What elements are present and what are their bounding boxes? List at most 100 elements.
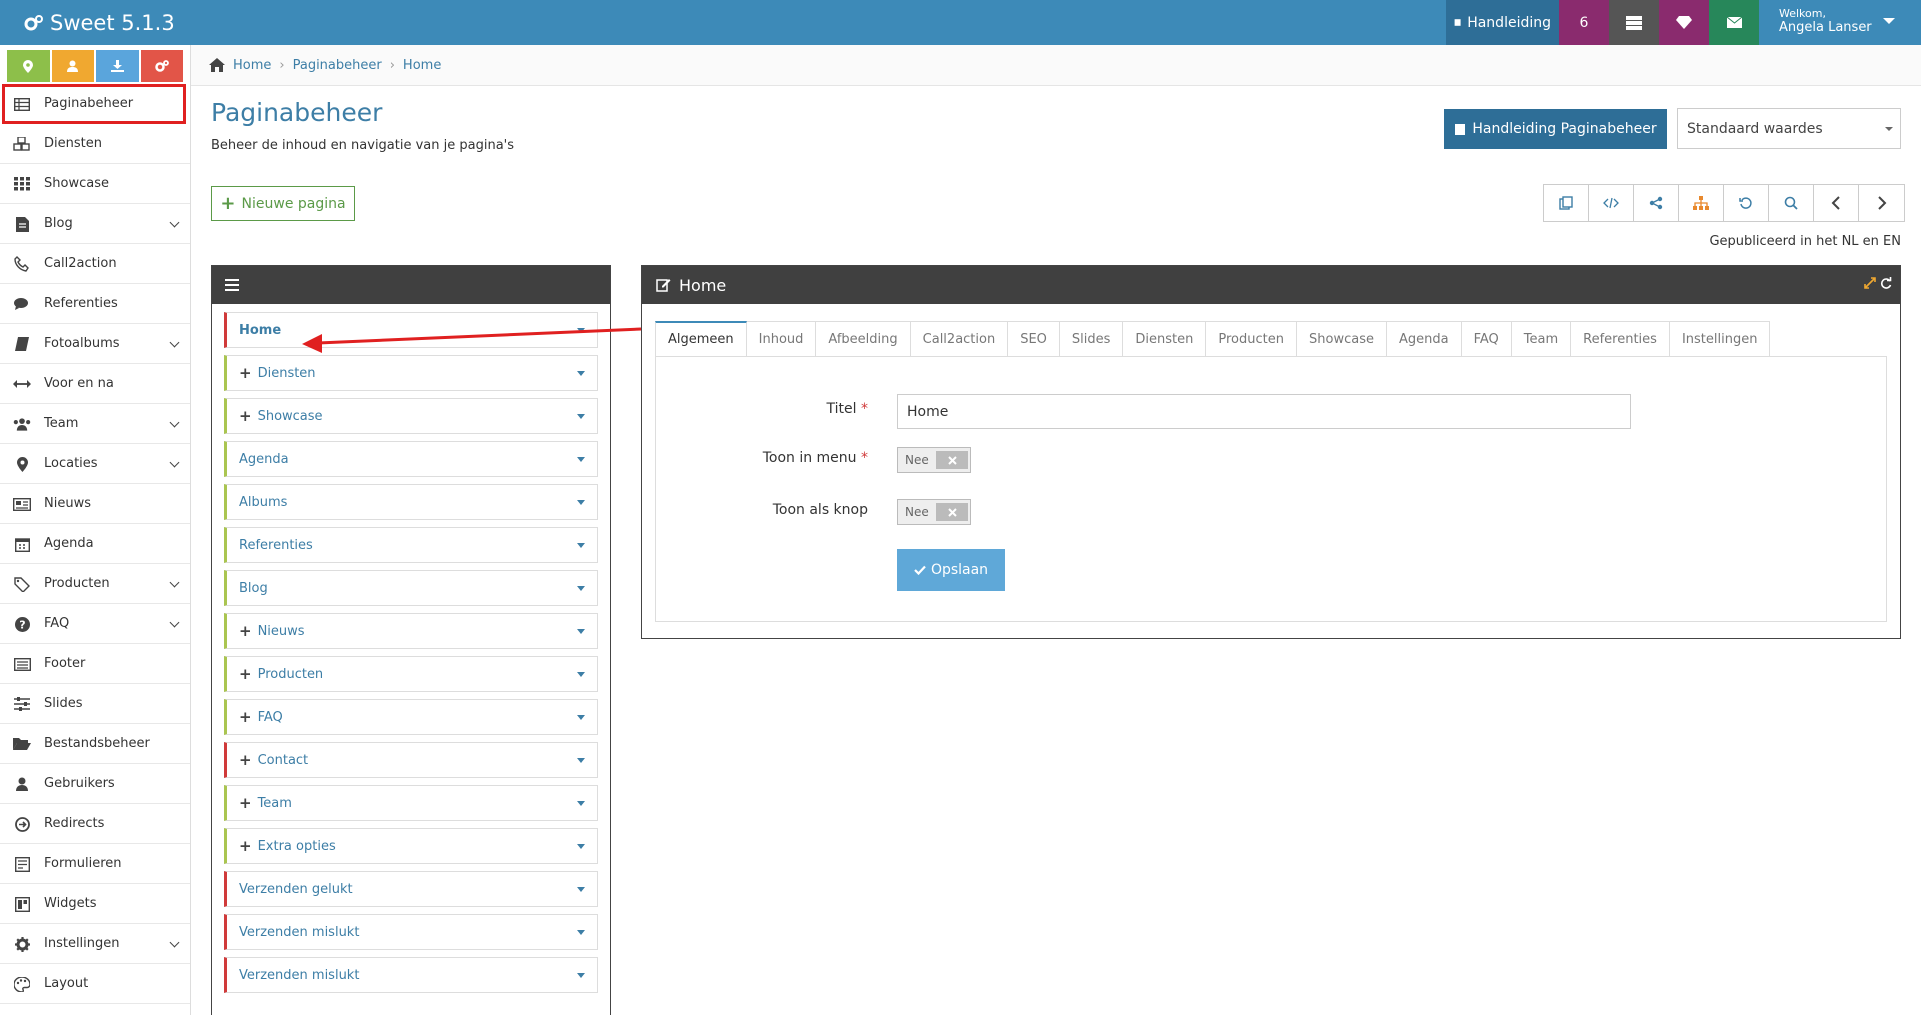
server-button[interactable] bbox=[1609, 0, 1659, 45]
breadcrumb-home[interactable]: Home bbox=[233, 58, 271, 73]
sidebar-item-voor-en-na[interactable]: Voor en na bbox=[0, 364, 190, 404]
tab-call2action[interactable]: Call2action bbox=[910, 321, 1009, 357]
plus-icon[interactable]: + bbox=[239, 407, 252, 425]
page-tree-item[interactable]: Verzenden mislukt bbox=[224, 914, 598, 950]
sidebar-item-locaties[interactable]: Locaties bbox=[0, 444, 190, 484]
plus-icon[interactable]: + bbox=[239, 622, 252, 640]
toon-als-knop-toggle[interactable]: Nee bbox=[897, 499, 971, 525]
caret-down-icon[interactable] bbox=[577, 672, 585, 677]
caret-down-icon[interactable] bbox=[577, 457, 585, 462]
tab-agenda[interactable]: Agenda bbox=[1386, 321, 1462, 357]
titel-input[interactable]: Home bbox=[897, 394, 1631, 429]
page-tree-item[interactable]: + Contact bbox=[224, 742, 598, 778]
plus-icon[interactable]: + bbox=[239, 794, 252, 812]
tab-diensten[interactable]: Diensten bbox=[1123, 321, 1207, 357]
toon-in-menu-toggle[interactable]: Nee bbox=[897, 447, 971, 473]
home-icon[interactable] bbox=[209, 58, 225, 72]
sitemap-button[interactable] bbox=[1679, 185, 1724, 221]
sidebar-item-producten[interactable]: Producten bbox=[0, 564, 190, 604]
share-button[interactable] bbox=[1634, 185, 1679, 221]
history-button[interactable] bbox=[1724, 185, 1769, 221]
quick-button-user[interactable] bbox=[51, 50, 94, 82]
chevron-down-icon[interactable] bbox=[169, 937, 180, 948]
caret-down-icon[interactable] bbox=[577, 801, 585, 806]
sidebar-item-slides[interactable]: Slides bbox=[0, 684, 190, 724]
chevron-down-icon[interactable] bbox=[169, 457, 180, 468]
caret-down-icon[interactable] bbox=[577, 844, 585, 849]
chevron-down-icon[interactable] bbox=[169, 217, 180, 228]
mail-button[interactable] bbox=[1709, 0, 1759, 45]
sidebar-item-layout[interactable]: Layout bbox=[0, 964, 190, 1004]
quick-button-cogs[interactable] bbox=[140, 50, 183, 82]
page-tree-item[interactable]: Home bbox=[224, 312, 598, 348]
expand-icon[interactable] bbox=[1864, 277, 1876, 289]
tab-faq[interactable]: FAQ bbox=[1461, 321, 1512, 357]
page-tree-item[interactable]: Blog bbox=[224, 570, 598, 606]
plus-icon[interactable]: + bbox=[239, 364, 252, 382]
sidebar-item-footer[interactable]: Footer bbox=[0, 644, 190, 684]
sidebar-item-call2action[interactable]: Call2action bbox=[0, 244, 190, 284]
chevron-down-icon[interactable] bbox=[169, 617, 180, 628]
page-tree-item[interactable]: + Showcase bbox=[224, 398, 598, 434]
save-button[interactable]: Opslaan bbox=[897, 549, 1005, 591]
sidebar-item-formulieren[interactable]: Formulieren bbox=[0, 844, 190, 884]
sidebar-item-referenties[interactable]: Referenties bbox=[0, 284, 190, 324]
breadcrumb-current[interactable]: Home bbox=[403, 58, 441, 73]
next-button[interactable] bbox=[1859, 185, 1904, 221]
caret-down-icon[interactable] bbox=[577, 887, 585, 892]
refresh-icon[interactable] bbox=[1880, 277, 1892, 289]
previous-button[interactable] bbox=[1814, 185, 1859, 221]
page-tree-item[interactable]: + Extra opties bbox=[224, 828, 598, 864]
plus-icon[interactable]: + bbox=[239, 751, 252, 769]
page-tree-item[interactable]: Verzenden gelukt bbox=[224, 871, 598, 907]
new-page-button[interactable]: + Nieuwe pagina bbox=[211, 186, 355, 221]
sidebar-item-team[interactable]: Team bbox=[0, 404, 190, 444]
manual-paginabeheer-button[interactable]: Handleiding Paginabeheer bbox=[1444, 109, 1667, 149]
tab-inhoud[interactable]: Inhoud bbox=[746, 321, 817, 357]
sidebar-item-gebruikers[interactable]: Gebruikers bbox=[0, 764, 190, 804]
caret-down-icon[interactable] bbox=[577, 586, 585, 591]
sidebar-item-blog[interactable]: Blog bbox=[0, 204, 190, 244]
caret-down-icon[interactable] bbox=[577, 500, 585, 505]
quick-button-download[interactable] bbox=[96, 50, 139, 82]
defaults-select[interactable]: Standaard waardes bbox=[1677, 108, 1901, 149]
plus-icon[interactable]: + bbox=[239, 837, 252, 855]
handleiding-button[interactable]: Handleiding bbox=[1446, 0, 1559, 45]
chevron-down-icon[interactable] bbox=[169, 577, 180, 588]
user-menu[interactable]: Welkom, Angela Lanser bbox=[1759, 0, 1921, 45]
quick-button-map-marker[interactable] bbox=[7, 50, 50, 82]
page-tree-item[interactable]: + Nieuws bbox=[224, 613, 598, 649]
page-tree-item[interactable]: Agenda bbox=[224, 441, 598, 477]
tab-producten[interactable]: Producten bbox=[1206, 321, 1297, 357]
plus-icon[interactable]: + bbox=[239, 708, 252, 726]
sidebar-item-paginabeheer[interactable]: Paginabeheer bbox=[2, 84, 186, 124]
code-button[interactable] bbox=[1589, 185, 1634, 221]
tab-team[interactable]: Team bbox=[1511, 321, 1572, 357]
page-tree-item[interactable]: Verzenden mislukt bbox=[224, 957, 598, 993]
tab-afbeelding[interactable]: Afbeelding bbox=[816, 321, 911, 357]
caret-down-icon[interactable] bbox=[577, 414, 585, 419]
page-tree-item[interactable]: Albums bbox=[224, 484, 598, 520]
chevron-down-icon[interactable] bbox=[169, 417, 180, 428]
tab-seo[interactable]: SEO bbox=[1008, 321, 1060, 357]
chevron-down-icon[interactable] bbox=[169, 337, 180, 348]
tab-algemeen[interactable]: Algemeen bbox=[655, 321, 747, 357]
sidebar-item-diensten[interactable]: Diensten bbox=[0, 124, 190, 164]
plus-icon[interactable]: + bbox=[239, 665, 252, 683]
sidebar-item-instellingen[interactable]: Instellingen bbox=[0, 924, 190, 964]
sidebar-item-showcase[interactable]: Showcase bbox=[0, 164, 190, 204]
sidebar-item-redirects[interactable]: Redirects bbox=[0, 804, 190, 844]
notification-count-button[interactable]: 6 bbox=[1559, 0, 1609, 45]
tab-slides[interactable]: Slides bbox=[1059, 321, 1124, 357]
page-tree-item[interactable]: + Team bbox=[224, 785, 598, 821]
search-button[interactable] bbox=[1769, 185, 1814, 221]
sidebar-item-faq[interactable]: ? FAQ bbox=[0, 604, 190, 644]
caret-down-icon[interactable] bbox=[577, 930, 585, 935]
page-tree-item[interactable]: Referenties bbox=[224, 527, 598, 563]
caret-down-icon[interactable] bbox=[577, 758, 585, 763]
caret-down-icon[interactable] bbox=[577, 371, 585, 376]
page-tree-item[interactable]: + Diensten bbox=[224, 355, 598, 391]
sidebar-item-bestandsbeheer[interactable]: Bestandsbeheer bbox=[0, 724, 190, 764]
page-tree-item[interactable]: + Producten bbox=[224, 656, 598, 692]
menu-icon[interactable] bbox=[225, 279, 239, 291]
